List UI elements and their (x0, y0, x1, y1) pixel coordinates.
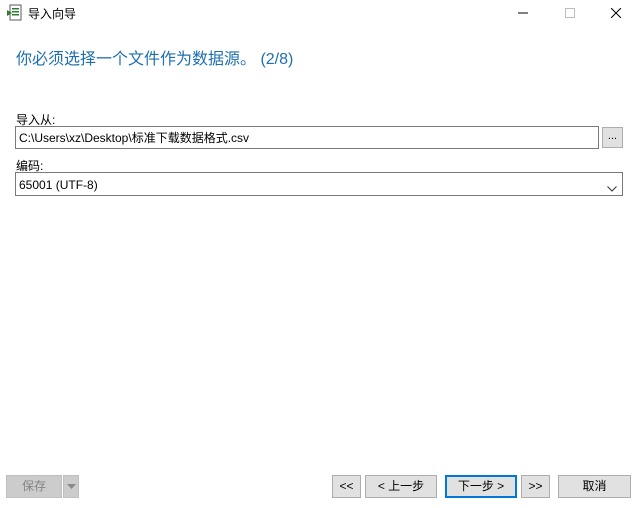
encoding-value: 65001 (UTF-8) (19, 178, 98, 192)
minimize-button[interactable] (500, 0, 546, 26)
save-dropdown-button[interactable] (63, 475, 79, 498)
chevron-down-icon (607, 181, 617, 195)
maximize-button[interactable] (547, 0, 593, 26)
next-step-button[interactable]: 下一步 > (445, 475, 517, 498)
minimize-icon (518, 12, 528, 14)
window-title: 导入向导 (28, 7, 77, 21)
title-bar: 导入向导 (0, 0, 637, 26)
save-button[interactable]: 保存 (6, 475, 62, 498)
import-wizard-icon (6, 4, 24, 22)
encoding-select[interactable]: 65001 (UTF-8) (15, 172, 623, 196)
import-wizard-window: 导入向导 你必须选择一个文件作为数据源。 (2/8) 导入从: ... 编码: … (0, 0, 637, 508)
page-heading: 你必须选择一个文件作为数据源。 (2/8) (16, 51, 294, 68)
browse-button[interactable]: ... (602, 127, 623, 148)
save-split-button: 保存 (6, 475, 79, 498)
previous-step-button[interactable]: < 上一步 (365, 475, 437, 498)
close-icon (611, 8, 621, 18)
first-step-button[interactable]: << (332, 475, 361, 498)
cancel-button[interactable]: 取消 (558, 475, 631, 498)
last-step-button[interactable]: >> (521, 475, 550, 498)
caret-down-icon (66, 484, 76, 489)
maximize-icon (565, 8, 575, 18)
file-path-input[interactable] (15, 126, 599, 149)
close-button[interactable] (593, 0, 637, 26)
